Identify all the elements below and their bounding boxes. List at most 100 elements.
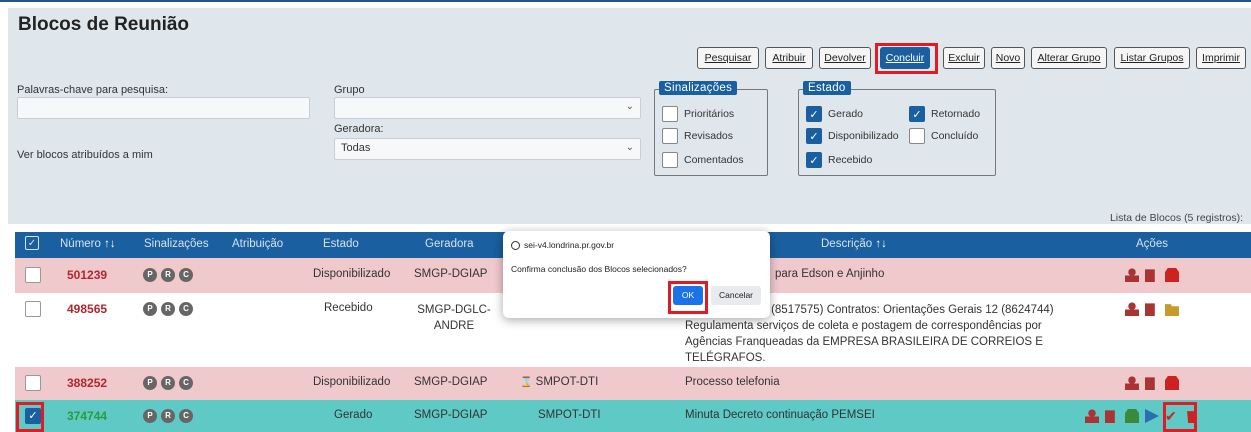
- user-icon[interactable]: [1125, 302, 1139, 316]
- priority-icon[interactable]: P: [143, 409, 157, 423]
- user-icon[interactable]: [1125, 376, 1139, 390]
- list-groups-button[interactable]: Listar Grupos: [1114, 47, 1190, 69]
- block-number[interactable]: 388252: [67, 376, 107, 390]
- group-select[interactable]: ⌄: [334, 97, 641, 119]
- reviewed-icon[interactable]: R: [161, 268, 175, 282]
- block-number[interactable]: 501239: [67, 268, 107, 282]
- group-label: Grupo: [334, 84, 365, 96]
- globe-icon: [511, 240, 520, 250]
- row-checkbox[interactable]: ✓: [25, 408, 41, 424]
- priority-icon[interactable]: P: [143, 302, 157, 316]
- change-group-button[interactable]: Alterar Grupo: [1031, 47, 1107, 69]
- select-all-checkbox[interactable]: ✓: [25, 236, 39, 250]
- comment-icon[interactable]: C: [179, 268, 193, 282]
- generated-label: Gerado: [828, 108, 864, 120]
- remove-block-icon[interactable]: [1165, 376, 1179, 390]
- block-number[interactable]: 374744: [67, 409, 107, 423]
- signal-icons: PRC: [143, 376, 197, 390]
- checkbox-box[interactable]: [662, 128, 678, 144]
- reviewed-icon[interactable]: R: [161, 302, 175, 316]
- document-search-icon[interactable]: [1105, 410, 1115, 423]
- chevron-down-icon: ⌄: [625, 142, 634, 153]
- search-button[interactable]: Pesquisar: [697, 47, 759, 69]
- folder-icon[interactable]: [1165, 304, 1179, 316]
- check-icon[interactable]: ✓: [909, 106, 925, 122]
- user-icon[interactable]: [1085, 409, 1099, 423]
- returned-checkbox[interactable]: ✓ Retornado: [909, 106, 980, 122]
- state-legend: Estado: [803, 81, 851, 95]
- header-number-label: Número: [60, 238, 101, 250]
- print-button[interactable]: Imprimir: [1196, 47, 1246, 69]
- row-checkbox[interactable]: [25, 375, 41, 391]
- conclude-button[interactable]: Concluir: [880, 47, 930, 69]
- row-actions: [1125, 268, 1179, 282]
- comment-icon[interactable]: C: [179, 302, 193, 316]
- comment-icon[interactable]: C: [179, 376, 193, 390]
- remove-block-icon[interactable]: [1165, 268, 1179, 282]
- row-actions: ✔: [1085, 409, 1199, 423]
- returned-label: Retornado: [931, 108, 981, 120]
- user-icon[interactable]: [1125, 268, 1139, 282]
- header-number[interactable]: Número ↑↓: [60, 238, 116, 250]
- priority-icon[interactable]: P: [143, 268, 157, 282]
- keywords-input[interactable]: [17, 97, 310, 119]
- delete-button[interactable]: Excluir: [943, 47, 985, 69]
- assigned-to-me-label[interactable]: Ver blocos atribuídos a mim: [17, 149, 153, 161]
- check-icon[interactable]: ✓: [806, 106, 822, 122]
- checkbox-box[interactable]: [662, 152, 678, 168]
- new-button[interactable]: Novo: [991, 47, 1025, 69]
- row-state: Recebido: [324, 302, 373, 314]
- conclude-check-icon[interactable]: ✔: [1165, 409, 1179, 423]
- confirm-dialog: sei-v4.londrina.pr.gov.br Confirma concl…: [503, 231, 770, 318]
- row-unit: ⌛ SMPOT-DTI: [520, 376, 598, 388]
- ok-button[interactable]: OK: [673, 286, 703, 305]
- row-checkbox[interactable]: [25, 267, 41, 283]
- trash-icon[interactable]: [1187, 411, 1197, 423]
- signals-group: Sinalizações Prioritários Revisados Come…: [654, 81, 768, 176]
- row-state: Disponibilizado: [313, 268, 391, 280]
- row-actions: [1125, 376, 1179, 390]
- reviewed-icon[interactable]: R: [161, 376, 175, 390]
- generated-checkbox[interactable]: ✓ Gerado: [806, 106, 863, 122]
- keywords-label: Palavras-chave para pesquisa:: [17, 84, 169, 96]
- header-description[interactable]: Descrição ↑↓: [821, 238, 887, 250]
- row-checkbox[interactable]: [25, 301, 41, 317]
- dialog-origin: sei-v4.londrina.pr.gov.br: [511, 240, 614, 250]
- send-icon[interactable]: [1145, 409, 1159, 423]
- assign-button[interactable]: Atribuir: [765, 47, 813, 69]
- block-number[interactable]: 498565: [67, 302, 107, 316]
- concluded-checkbox[interactable]: Concluído: [909, 128, 978, 144]
- available-checkbox[interactable]: ✓ Disponibilizado: [806, 128, 899, 144]
- comment-icon[interactable]: C: [179, 409, 193, 423]
- chevron-down-icon: ⌄: [625, 101, 634, 112]
- generator-select[interactable]: Todas ⌄: [334, 138, 641, 160]
- row-unit-label: SMPOT-DTI: [535, 376, 599, 388]
- received-checkbox[interactable]: ✓ Recebido: [806, 152, 872, 168]
- sort-icon[interactable]: ↑↓: [104, 238, 116, 250]
- document-search-icon[interactable]: [1145, 269, 1155, 282]
- reviewed-checkbox[interactable]: Revisados: [662, 128, 733, 144]
- signal-icons: PRC: [143, 302, 197, 316]
- header-assignment: Atribuição: [232, 238, 284, 250]
- row-description: Minuta Decreto continuação PEMSEI: [685, 409, 875, 421]
- document-search-icon[interactable]: [1145, 303, 1155, 316]
- priority-icon[interactable]: P: [143, 376, 157, 390]
- add-block-icon[interactable]: [1125, 409, 1139, 423]
- return-button[interactable]: Devolver: [819, 47, 871, 69]
- hourglass-icon: ⌛: [520, 377, 533, 388]
- header-description-label: Descrição: [821, 238, 873, 250]
- checkbox-box[interactable]: [909, 128, 925, 144]
- reviewed-icon[interactable]: R: [161, 409, 175, 423]
- checkbox-box[interactable]: [662, 106, 678, 122]
- page-title: Blocos de Reunião: [18, 14, 190, 35]
- commented-checkbox[interactable]: Comentados: [662, 152, 744, 168]
- cancel-button[interactable]: Cancelar: [711, 286, 761, 305]
- row-unit: SMPOT-DTI: [538, 409, 601, 421]
- table-row: 388252 PRC Disponibilizado SMGP-DGIAP ⌛ …: [15, 367, 1251, 400]
- row-generator: SMGP-DGIAP: [414, 376, 488, 388]
- check-icon[interactable]: ✓: [806, 152, 822, 168]
- sort-icon[interactable]: ↑↓: [875, 238, 887, 250]
- priority-checkbox[interactable]: Prioritários: [662, 106, 734, 122]
- check-icon[interactable]: ✓: [806, 128, 822, 144]
- document-search-icon[interactable]: [1145, 377, 1155, 390]
